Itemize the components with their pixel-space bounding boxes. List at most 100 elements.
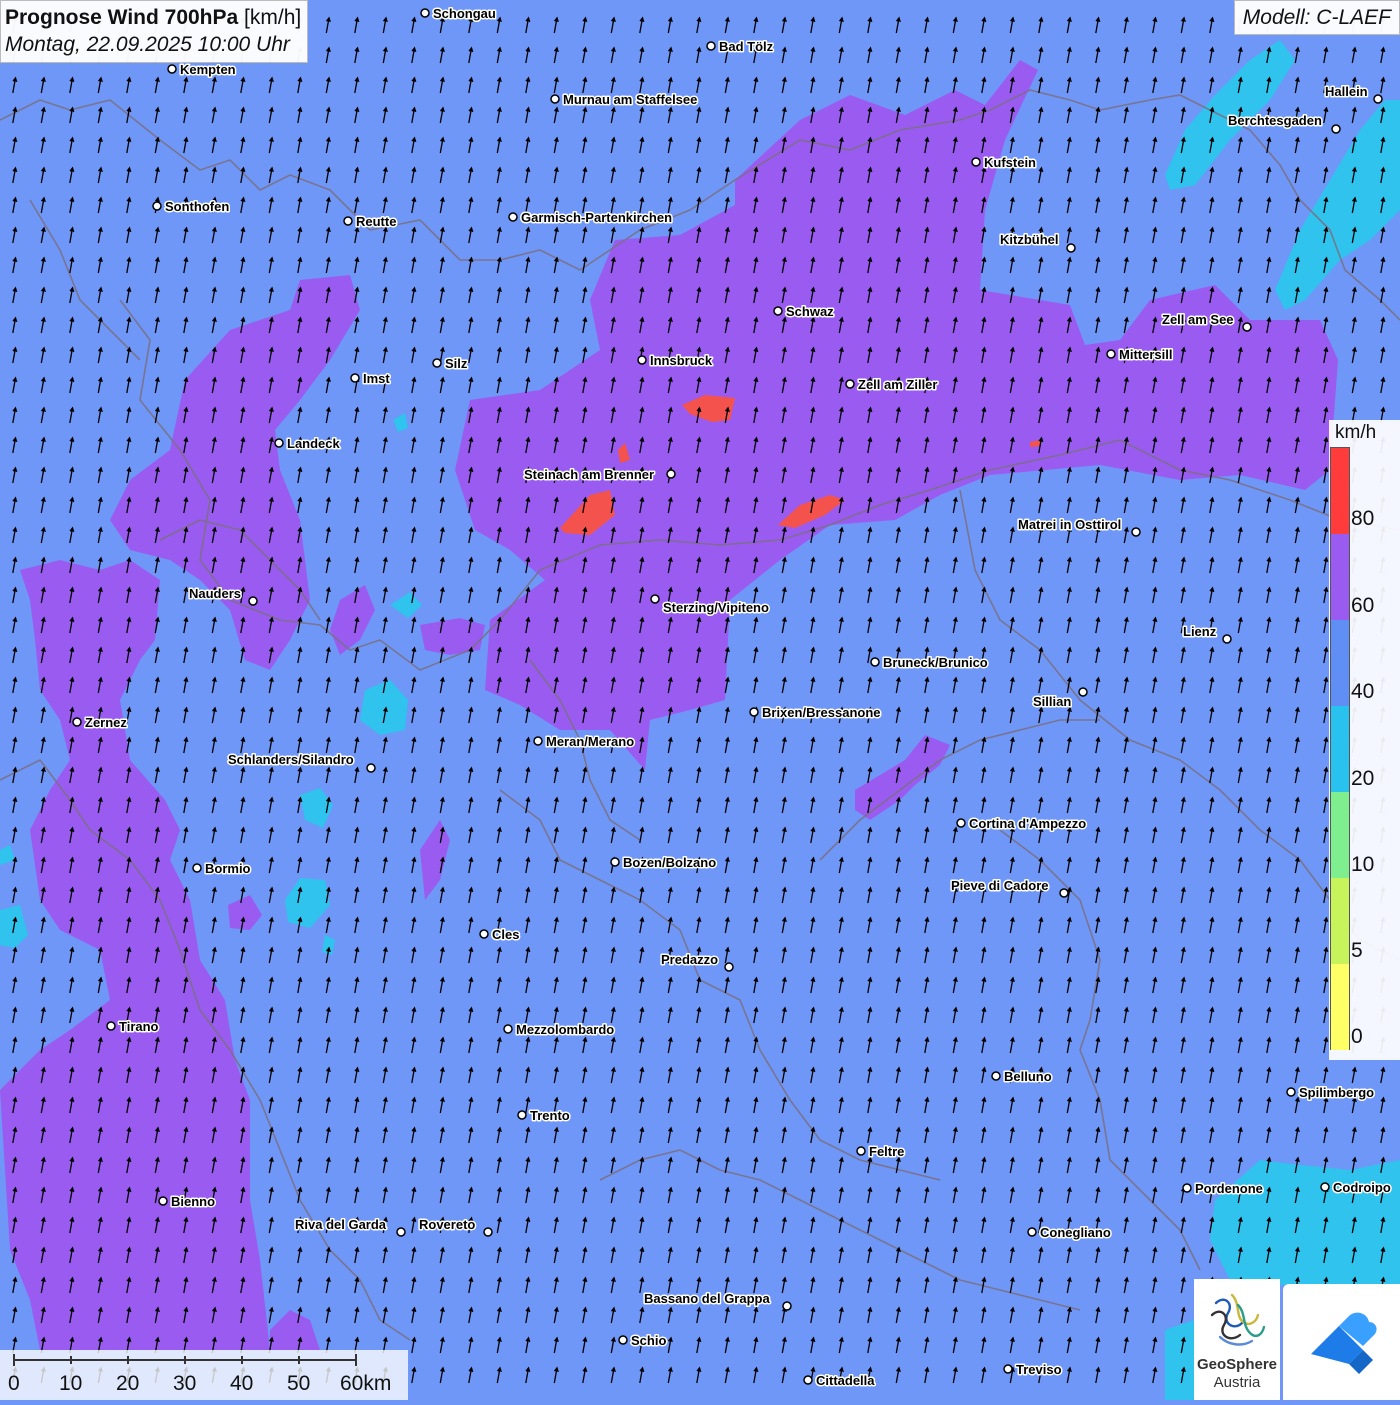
svg-text:Bruneck/Brunico: Bruneck/Brunico xyxy=(883,655,988,670)
svg-text:Sterzing/Vipiteno: Sterzing/Vipiteno xyxy=(663,600,769,615)
scale-label-60km: 60km xyxy=(340,1372,392,1395)
geosphere-emblem-icon xyxy=(1210,1293,1266,1346)
svg-text:Mezzolombardo: Mezzolombardo xyxy=(516,1022,614,1037)
scale-label-40: 40 xyxy=(230,1372,254,1395)
svg-text:Cortina d'Ampezzo: Cortina d'Ampezzo xyxy=(969,816,1086,831)
legend-seg-40 xyxy=(1331,620,1349,706)
geosphere-sub: Austria xyxy=(1213,1374,1261,1391)
svg-text:Matrei in Osttirol: Matrei in Osttirol xyxy=(1018,517,1121,532)
svg-text:Berchtesgaden: Berchtesgaden xyxy=(1228,113,1322,128)
geosphere-name: GeoSphere xyxy=(1196,1356,1278,1373)
svg-text:Schlanders/Silandro: Schlanders/Silandro xyxy=(228,752,354,767)
legend-unit: km/h xyxy=(1335,422,1377,443)
city-spilimbergo[interactable]: Spilimbergo xyxy=(1286,1084,1376,1102)
svg-text:Bassano del Grappa: Bassano del Grappa xyxy=(644,1291,770,1306)
svg-text:Belluno: Belluno xyxy=(1004,1069,1052,1084)
svg-text:Zernez: Zernez xyxy=(85,715,127,730)
city-sonthofen[interactable]: Sonthofen xyxy=(152,198,231,216)
city-zell-am-ziller[interactable]: Zell am Ziller xyxy=(845,376,939,394)
svg-text:Schio: Schio xyxy=(631,1333,666,1348)
svg-text:Steinach am Brenner: Steinach am Brenner xyxy=(524,467,654,482)
svg-text:Feltre: Feltre xyxy=(869,1144,904,1159)
svg-text:Hallein: Hallein xyxy=(1325,84,1368,99)
svg-text:Riva del Garda: Riva del Garda xyxy=(295,1217,387,1232)
svg-text:Bormio: Bormio xyxy=(205,861,251,876)
svg-text:Bienno: Bienno xyxy=(171,1194,215,1209)
svg-text:Conegliano: Conegliano xyxy=(1040,1225,1111,1240)
svg-text:Silz: Silz xyxy=(445,356,468,371)
legend-seg-20 xyxy=(1331,706,1349,792)
scale-label-10: 10 xyxy=(59,1372,83,1395)
city-steinach[interactable]: Steinach am Brenner xyxy=(523,466,676,484)
svg-text:Reutte: Reutte xyxy=(356,214,396,229)
svg-text:Nauders: Nauders xyxy=(189,586,241,601)
legend-seg-5 xyxy=(1331,878,1349,964)
app-logo[interactable] xyxy=(1283,1284,1400,1400)
svg-text:Bozen/Bolzano: Bozen/Bolzano xyxy=(623,855,716,870)
svg-text:Treviso: Treviso xyxy=(1016,1362,1062,1377)
svg-text:Sonthofen: Sonthofen xyxy=(165,199,229,214)
svg-text:Pordenone: Pordenone xyxy=(1195,1181,1263,1196)
svg-text:Bad Tölz: Bad Tölz xyxy=(719,39,774,54)
map-title: Prognose Wind 700hPa [km/h] xyxy=(5,4,301,31)
svg-text:Spilimbergo: Spilimbergo xyxy=(1299,1085,1374,1100)
svg-text:Murnau am Staffelsee: Murnau am Staffelsee xyxy=(563,92,697,107)
city-garmisch[interactable]: Garmisch-Partenkirchen xyxy=(508,209,674,227)
svg-text:Mittersill: Mittersill xyxy=(1119,347,1172,362)
wind-zone-small-2 xyxy=(420,618,485,655)
city-conegliano[interactable]: Conegliano xyxy=(1027,1224,1112,1242)
city-bozen[interactable]: Bozen/Bolzano xyxy=(610,854,718,872)
svg-text:Sillian: Sillian xyxy=(1033,694,1071,709)
legend-label-40: 40 xyxy=(1351,680,1375,703)
svg-text:Kufstein: Kufstein xyxy=(984,155,1036,170)
legend-label-80: 80 xyxy=(1351,507,1375,530)
color-legend: km/h 80 60 40 20 10 5 0 xyxy=(1329,420,1400,1060)
legend-seg-60 xyxy=(1331,534,1349,620)
weather-app-icon xyxy=(1311,1312,1377,1374)
svg-text:Innsbruck: Innsbruck xyxy=(650,353,713,368)
city-schongau[interactable]: Schongau xyxy=(420,5,497,23)
legend-seg-80 xyxy=(1331,448,1349,534)
svg-text:Cittadella: Cittadella xyxy=(816,1373,875,1388)
svg-text:Tirano: Tirano xyxy=(119,1019,159,1034)
map-title-main: Prognose Wind 700hPa xyxy=(5,6,239,29)
title-box: Prognose Wind 700hPa [km/h] Montag, 22.0… xyxy=(0,0,309,63)
legend-label-5: 5 xyxy=(1351,939,1363,962)
city-meran[interactable]: Meran/Merano xyxy=(533,733,636,751)
legend-label-20: 20 xyxy=(1351,767,1375,790)
svg-text:Imst: Imst xyxy=(363,371,390,386)
svg-text:Brixen/Bressanone: Brixen/Bressanone xyxy=(762,705,881,720)
forecast-date: Montag, 22.09.2025 10:00 Uhr xyxy=(5,33,290,56)
wind-map[interactable]: Schongau Bad Tölz Kempten Murnau am Staf… xyxy=(0,0,1400,1400)
city-bruneck[interactable]: Bruneck/Brunico xyxy=(870,654,989,672)
svg-text:Cles: Cles xyxy=(492,927,519,942)
svg-text:Lienz: Lienz xyxy=(1183,624,1217,639)
legend-label-0: 0 xyxy=(1351,1025,1363,1048)
scale-label-0: 0 xyxy=(8,1372,20,1395)
city-pordenone[interactable]: Pordenone xyxy=(1182,1180,1264,1198)
svg-text:Schongau: Schongau xyxy=(433,6,496,21)
svg-text:Trento: Trento xyxy=(530,1108,570,1123)
scale-label-30: 30 xyxy=(173,1372,197,1395)
svg-text:Meran/Merano: Meran/Merano xyxy=(546,734,634,749)
geosphere-logo[interactable]: GeoSphere Austria xyxy=(1194,1279,1280,1400)
city-murnau[interactable]: Murnau am Staffelsee xyxy=(550,91,699,109)
svg-text:Pieve di Cadore: Pieve di Cadore xyxy=(951,878,1049,893)
map-title-unit: [km/h] xyxy=(244,6,302,29)
legend-label-60: 60 xyxy=(1351,594,1375,617)
city-brixen[interactable]: Brixen/Bressanone xyxy=(749,704,882,722)
svg-text:Predazzo: Predazzo xyxy=(661,952,718,967)
svg-text:Schwaz: Schwaz xyxy=(786,304,834,319)
city-cortina[interactable]: Cortina d'Ampezzo xyxy=(956,815,1088,833)
svg-text:Kempten: Kempten xyxy=(180,62,236,77)
scale-bar: 0 10 20 30 40 50 60km xyxy=(0,1350,408,1400)
svg-text:Rovereto: Rovereto xyxy=(419,1217,475,1232)
svg-text:Zell am See: Zell am See xyxy=(1162,312,1234,327)
city-mezzolombardo[interactable]: Mezzolombardo xyxy=(503,1021,616,1039)
scale-label-50: 50 xyxy=(287,1372,311,1395)
city-innsbruck[interactable]: Innsbruck xyxy=(637,352,714,370)
svg-text:Kitzbühel: Kitzbühel xyxy=(1000,232,1059,247)
legend-label-10: 10 xyxy=(1351,853,1375,876)
scale-label-20: 20 xyxy=(116,1372,140,1395)
legend-seg-10 xyxy=(1331,792,1349,878)
